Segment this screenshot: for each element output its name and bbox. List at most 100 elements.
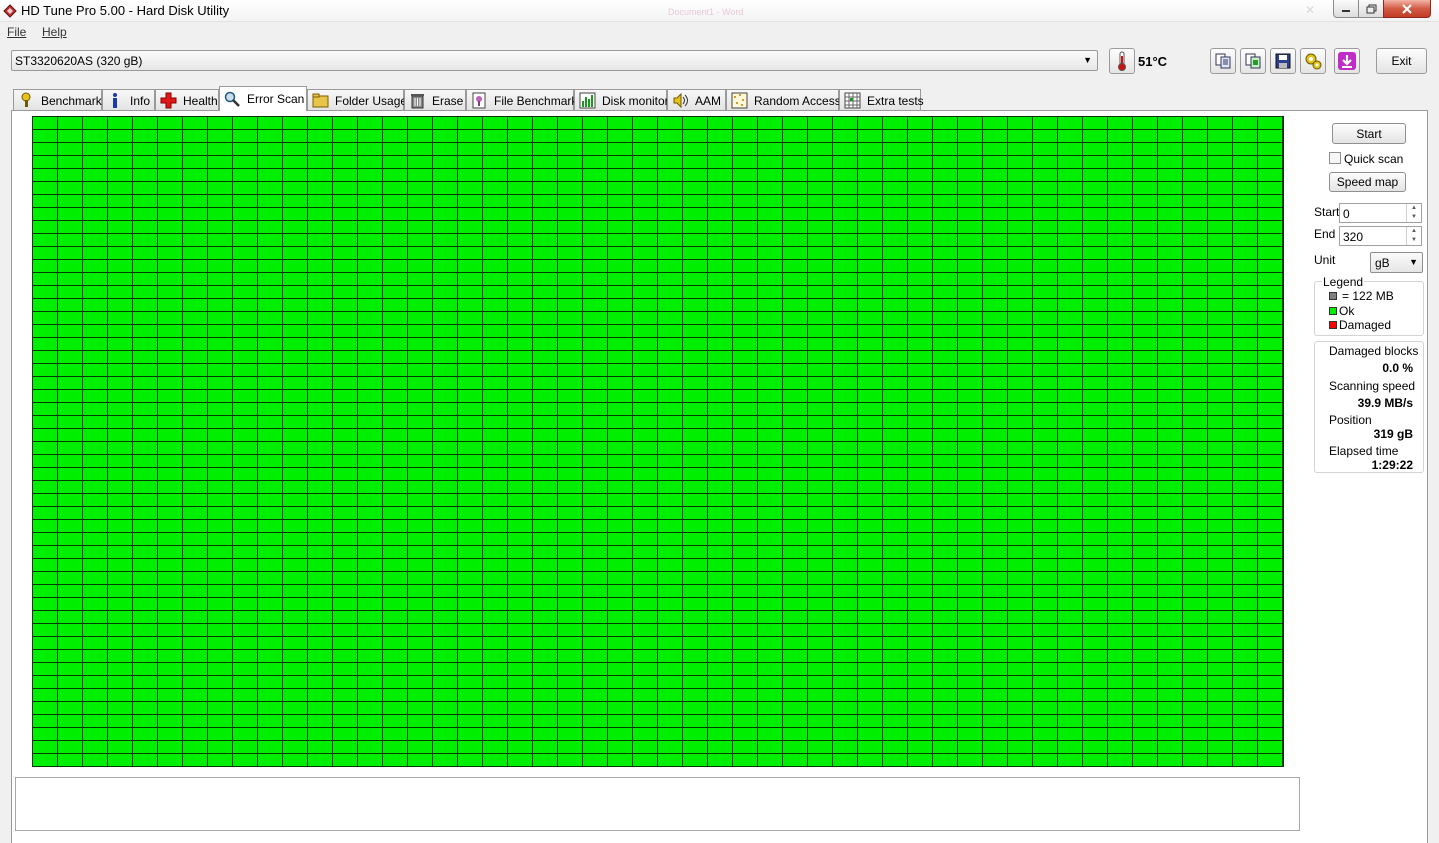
folder-icon <box>312 93 329 108</box>
background-close-icon: ✕ <box>1305 3 1316 17</box>
copy-text-button[interactable] <box>1210 48 1236 74</box>
drive-select[interactable]: ST3320620AS (320 gB) ▼ <box>11 50 1098 71</box>
extra-tests-icon <box>844 92 861 109</box>
damaged-blocks-value: 0.0 % <box>1382 361 1413 375</box>
menu-bar: File Help <box>0 22 1439 42</box>
copy-screenshot-icon <box>1245 53 1261 69</box>
restore-button[interactable] <box>1358 0 1384 18</box>
speed-map-button[interactable]: Speed map <box>1329 172 1406 192</box>
save-button[interactable] <box>1270 48 1296 74</box>
elapsed-time-value: 1:29:22 <box>1371 458 1413 472</box>
menu-file-label: File <box>7 25 27 39</box>
tab-disk-monitor-label: Disk monitor <box>602 93 669 108</box>
tab-info-label: Info <box>130 93 151 108</box>
scanning-speed-value: 39.9 MB/s <box>1357 396 1413 410</box>
legend-block-size: = 122 MB <box>1342 289 1394 303</box>
damaged-swatch <box>1329 321 1337 329</box>
hdtune-app-icon <box>3 4 17 18</box>
start-position-value: 0 <box>1343 207 1350 221</box>
start-spinner[interactable]: ▲ ▼ <box>1406 204 1421 222</box>
download-icon <box>1338 52 1356 70</box>
tab-info[interactable]: Info <box>102 89 155 111</box>
menu-help-label: Help <box>42 25 67 39</box>
tab-disk-monitor[interactable]: Disk monitor <box>574 89 669 111</box>
tab-file-benchmark[interactable]: File Benchmark <box>466 89 578 111</box>
options-icon <box>1305 53 1322 70</box>
tab-erase-label: Erase <box>432 93 464 108</box>
tab-benchmark-label: Benchmark <box>41 93 102 108</box>
tab-aam-label: AAM <box>695 93 722 108</box>
tab-extra-tests[interactable]: Extra tests <box>839 89 924 111</box>
quick-scan-label: Quick scan <box>1344 152 1404 166</box>
tab-folder-usage-label: Folder Usage <box>335 93 408 108</box>
end-spinner[interactable]: ▲ ▼ <box>1406 227 1421 245</box>
start-scan-button[interactable]: Start <box>1332 123 1406 144</box>
random-access-icon <box>731 92 748 109</box>
minimize-button[interactable] <box>1333 0 1359 18</box>
unit-select[interactable]: gB ▼ <box>1370 252 1423 273</box>
position-label: Position <box>1329 413 1372 427</box>
tab-error-scan-label: Error Scan <box>247 92 305 106</box>
damaged-blocks-label: Damaged blocks <box>1329 344 1419 358</box>
start-position-input[interactable]: 0 ▲ ▼ <box>1339 203 1422 223</box>
chevron-down-icon: ▼ <box>1409 257 1418 267</box>
chevron-down-icon: ▼ <box>1083 55 1092 65</box>
copy-screenshot-button[interactable] <box>1240 48 1266 74</box>
health-cross-icon <box>160 92 177 109</box>
menu-file[interactable]: File <box>7 25 26 39</box>
menu-help[interactable]: Help <box>42 25 67 39</box>
options-button[interactable] <box>1300 48 1326 74</box>
thermometer-icon <box>1118 51 1126 71</box>
position-value: 319 gB <box>1373 427 1413 441</box>
tab-aam[interactable]: AAM <box>667 89 726 111</box>
spin-up-icon[interactable]: ▲ <box>1407 227 1421 236</box>
ok-swatch <box>1329 307 1337 315</box>
unit-label: Unit <box>1314 253 1336 267</box>
background-window-title: Document1 - Word <box>668 7 744 17</box>
close-button[interactable] <box>1383 0 1431 18</box>
temperature-readout: 51°C <box>1138 54 1168 69</box>
copy-text-icon <box>1215 53 1231 69</box>
tab-random-access[interactable]: Random Access <box>726 89 841 111</box>
disk-monitor-icon <box>579 92 596 109</box>
spin-down-icon[interactable]: ▼ <box>1407 236 1421 245</box>
elapsed-time-label: Elapsed time <box>1329 444 1399 458</box>
minimize-icon <box>1342 9 1350 12</box>
tab-extra-tests-label: Extra tests <box>867 93 924 108</box>
save-icon <box>1275 53 1291 69</box>
drive-select-value: ST3320620AS (320 gB) <box>15 54 143 68</box>
title-bar: HD Tune Pro 5.00 - Hard Disk Utility Doc… <box>0 0 1439 22</box>
tab-random-access-label: Random Access <box>754 93 841 108</box>
tab-health[interactable]: Health <box>155 89 219 111</box>
spin-up-icon[interactable]: ▲ <box>1407 204 1421 213</box>
end-field-label: End <box>1314 227 1336 241</box>
end-position-value: 320 <box>1343 230 1364 244</box>
benchmark-icon <box>21 92 31 107</box>
tab-health-label: Health <box>183 93 218 108</box>
spin-down-icon[interactable]: ▼ <box>1407 213 1421 222</box>
end-position-input[interactable]: 320 ▲ ▼ <box>1339 226 1422 246</box>
close-icon <box>1402 3 1412 14</box>
tab-error-scan[interactable]: Error Scan <box>219 86 307 111</box>
temperature-button[interactable] <box>1109 48 1135 74</box>
scanning-speed-label: Scanning speed <box>1329 379 1416 393</box>
trash-icon <box>411 94 424 109</box>
legend-ok: Ok <box>1339 304 1355 318</box>
tab-benchmark[interactable]: Benchmark <box>13 89 102 111</box>
restore-icon <box>1366 4 1376 13</box>
quick-scan-checkbox[interactable] <box>1329 152 1341 164</box>
tab-folder-usage[interactable]: Folder Usage <box>307 89 408 111</box>
exit-button[interactable]: Exit <box>1376 48 1427 74</box>
block-size-swatch <box>1329 292 1337 300</box>
legend-title: Legend <box>1322 275 1365 289</box>
speaker-icon <box>673 92 688 109</box>
file-benchmark-icon <box>472 92 486 109</box>
unit-select-value: gB <box>1375 256 1390 270</box>
error-scan-block-map <box>32 116 1284 767</box>
log-output-box[interactable] <box>15 777 1300 831</box>
tab-file-benchmark-label: File Benchmark <box>494 93 578 108</box>
tab-erase[interactable]: Erase <box>404 89 466 111</box>
window-title: HD Tune Pro 5.00 - Hard Disk Utility <box>21 3 230 18</box>
legend-damaged: Damaged <box>1339 318 1392 332</box>
download-button[interactable] <box>1334 48 1360 74</box>
